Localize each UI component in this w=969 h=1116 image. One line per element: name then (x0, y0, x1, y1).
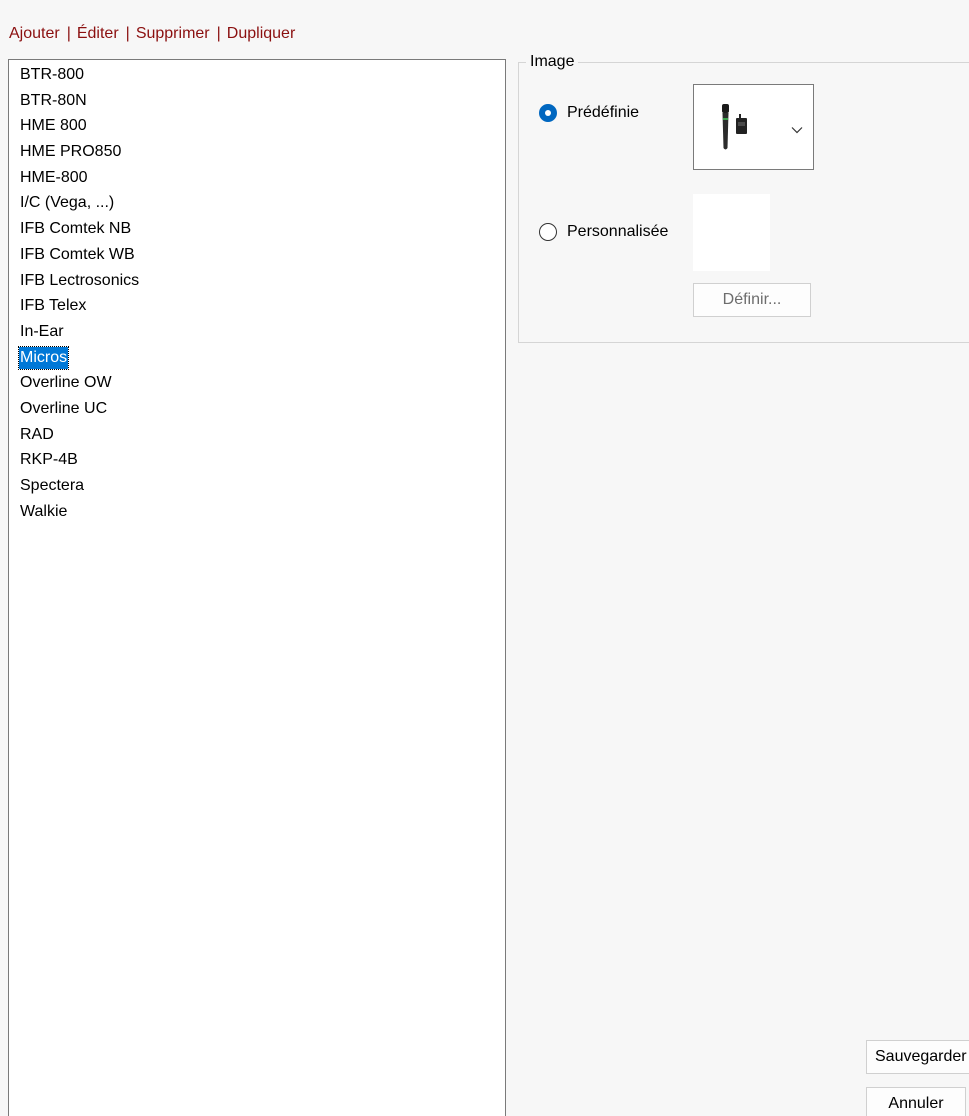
toolbar-separator: | (125, 25, 130, 42)
device-type-listbox[interactable]: BTR-800 BTR-80N HME 800 HME PRO850 HME-8… (8, 59, 506, 1116)
list-item[interactable]: RKP-4B (9, 447, 505, 473)
list-item[interactable]: I/C (Vega, ...) (9, 190, 505, 216)
list-item[interactable]: Overline OW (9, 370, 505, 396)
save-button[interactable]: Sauvegarder (866, 1040, 969, 1074)
chevron-down-icon (791, 121, 803, 139)
list-item-selected[interactable]: Micros (9, 345, 505, 371)
list-item[interactable]: In-Ear (9, 319, 505, 345)
custom-radio[interactable] (539, 223, 557, 241)
cancel-button[interactable]: Annuler (866, 1087, 966, 1116)
define-button[interactable]: Définir... (693, 283, 811, 317)
predefined-label: Prédéfinie (567, 104, 640, 121)
edit-link[interactable]: Éditer (77, 25, 119, 43)
delete-link[interactable]: Supprimer (136, 25, 210, 43)
list-item[interactable]: BTR-80N (9, 88, 505, 114)
list-item[interactable]: Spectera (9, 473, 505, 499)
predefined-radio[interactable] (539, 104, 557, 122)
window-root: Ajouter | Éditer | Supprimer | Dupliquer… (0, 0, 969, 1116)
predefined-radio-row[interactable]: Prédéfinie (539, 104, 639, 122)
list-item[interactable]: BTR-800 (9, 62, 505, 88)
list-item[interactable]: IFB Comtek NB (9, 216, 505, 242)
list-item[interactable]: IFB Comtek WB (9, 242, 505, 268)
duplicate-link[interactable]: Dupliquer (227, 25, 295, 43)
predefined-image-combobox[interactable] (693, 84, 814, 170)
toolbar: Ajouter | Éditer | Supprimer | Dupliquer (9, 23, 295, 45)
microphone-bodypack-icon (716, 104, 756, 157)
list-item[interactable]: Overline UC (9, 396, 505, 422)
list-item[interactable]: IFB Lectrosonics (9, 268, 505, 294)
list-item[interactable]: IFB Telex (9, 293, 505, 319)
list-item[interactable]: RAD (9, 422, 505, 448)
add-link[interactable]: Ajouter (9, 25, 60, 43)
toolbar-separator: | (66, 25, 71, 42)
custom-label: Personnalisée (567, 223, 669, 240)
custom-radio-row[interactable]: Personnalisée (539, 223, 668, 241)
toolbar-separator: | (216, 25, 221, 42)
list-item[interactable]: HME 800 (9, 113, 505, 139)
list-item[interactable]: Walkie (9, 499, 505, 525)
list-item[interactable]: HME-800 (9, 165, 505, 191)
list-item[interactable]: HME PRO850 (9, 139, 505, 165)
custom-image-preview (693, 194, 770, 271)
image-group-title: Image (526, 52, 579, 72)
